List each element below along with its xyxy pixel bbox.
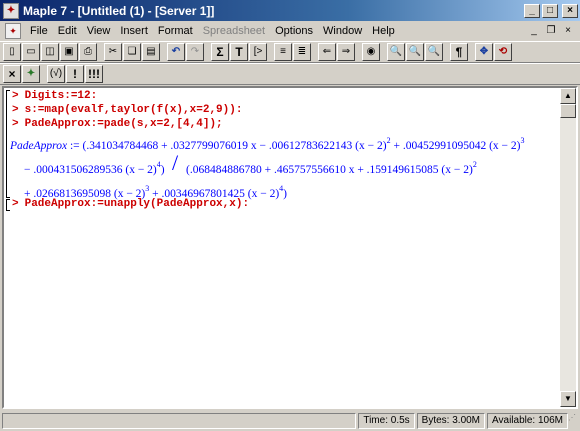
output-text: := (.341034784468 + .0327799076019 x − .… bbox=[69, 140, 387, 152]
scroll-down-icon[interactable]: ▼ bbox=[560, 391, 576, 407]
mdi-close-button[interactable]: × bbox=[560, 24, 576, 38]
input-text[interactable]: s:=map(evalf,taylor(f(x),x=2,9)): bbox=[25, 104, 243, 116]
paste-icon[interactable]: ▤ bbox=[142, 43, 160, 61]
menu-view[interactable]: View bbox=[82, 25, 116, 37]
restart-icon[interactable]: ⟲ bbox=[494, 43, 512, 61]
zoom-400-icon[interactable]: 🔍 bbox=[425, 43, 443, 61]
minimize-button[interactable]: _ bbox=[524, 3, 540, 18]
output-line: − .000431506289536 (x − 2)4) bbox=[24, 160, 165, 176]
prompt-icon[interactable]: [> bbox=[249, 43, 267, 61]
status-time: Time: 0.5s bbox=[358, 413, 415, 429]
status-bytes: Bytes: 3.00M bbox=[416, 413, 486, 429]
exclamation-icon[interactable]: ! bbox=[66, 65, 84, 83]
new-icon[interactable]: ▯ bbox=[3, 43, 21, 61]
status-available: Available: 106M bbox=[487, 413, 568, 429]
print-icon[interactable]: ⎙ bbox=[79, 43, 97, 61]
status-bar: Time: 0.5s Bytes: 3.00M Available: 106M … bbox=[0, 411, 580, 431]
input-text[interactable]: Digits:=12: bbox=[25, 90, 98, 102]
back-icon[interactable]: ⇐ bbox=[318, 43, 336, 61]
menu-format[interactable]: Format bbox=[153, 25, 198, 37]
menu-edit[interactable]: Edit bbox=[53, 25, 82, 37]
save-icon[interactable]: ▣ bbox=[60, 43, 78, 61]
window-title: Maple 7 - [Untitled (1) - [Server 1]] bbox=[23, 3, 215, 18]
redo-icon: ↷ bbox=[186, 43, 204, 61]
menu-options[interactable]: Options bbox=[270, 25, 318, 37]
menu-help[interactable]: Help bbox=[367, 25, 400, 37]
prompt: > bbox=[12, 90, 19, 102]
vertical-scrollbar[interactable]: ▲ ▼ bbox=[560, 88, 576, 407]
document-icon[interactable]: ✦ bbox=[5, 23, 21, 39]
execution-group-bracket[interactable] bbox=[6, 199, 10, 211]
menu-spreadsheet: Spreadsheet bbox=[202, 25, 266, 37]
status-message bbox=[2, 413, 357, 429]
title-bar: ✦ Maple 7 - [Untitled (1) - [Server 1]] … bbox=[0, 0, 580, 21]
text-icon[interactable]: T bbox=[230, 43, 248, 61]
execution-group-icon[interactable]: ≡ bbox=[274, 43, 292, 61]
forward-icon[interactable]: ⇒ bbox=[337, 43, 355, 61]
output-line: (.068484886780 + .465757556610 x + .1591… bbox=[186, 160, 477, 176]
menu-insert[interactable]: Insert bbox=[115, 25, 153, 37]
input-line[interactable]: > PadeApprox:=pade(s,x=2,[4,4]); bbox=[12, 118, 223, 130]
input-line[interactable]: > s:=map(evalf,taylor(f(x),x=2,9)): bbox=[12, 104, 242, 116]
menu-window[interactable]: Window bbox=[318, 25, 367, 37]
resize-grip-icon[interactable]: ⋰ bbox=[568, 413, 580, 429]
output-exponent: 3 bbox=[520, 136, 525, 145]
prompt: > bbox=[12, 198, 19, 210]
worksheet[interactable]: > Digits:=12: > s:=map(evalf,taylor(f(x),x… bbox=[2, 86, 578, 409]
division-slash: / bbox=[172, 150, 179, 175]
menu-file[interactable]: File bbox=[25, 25, 53, 37]
output-text: (.068484886780 + .465757556610 x + .1591… bbox=[186, 164, 473, 176]
main-toolbar: ▯ ▭ ◫ ▣ ⎙ ✂ ❏ ▤ ↶ ↷ Σ T [> ≡ ≣ ⇐ ⇒ ◉ 🔍 🔍… bbox=[0, 41, 580, 63]
sqrt-icon[interactable]: (√) bbox=[47, 65, 65, 83]
prompt: > bbox=[12, 118, 19, 130]
maple-leaf-icon[interactable]: ✦ bbox=[22, 65, 40, 83]
copy-icon[interactable]: ❏ bbox=[123, 43, 141, 61]
section-icon[interactable]: ≣ bbox=[293, 43, 311, 61]
zoom-200-icon[interactable]: 🔍 bbox=[406, 43, 424, 61]
maximize-button[interactable]: □ bbox=[542, 3, 558, 18]
open-icon[interactable]: ▭ bbox=[22, 43, 40, 61]
open-url-icon[interactable]: ◫ bbox=[41, 43, 59, 61]
triple-exclamation-icon[interactable]: !!! bbox=[85, 65, 103, 83]
undo-icon[interactable]: ↶ bbox=[167, 43, 185, 61]
output-text: ) bbox=[283, 188, 287, 200]
input-line[interactable]: > Digits:=12: bbox=[12, 90, 97, 102]
input-text[interactable]: PadeApprox:=unapply(PadeApprox,x): bbox=[25, 198, 249, 210]
output-text: ) bbox=[160, 164, 165, 176]
sigma-icon[interactable]: Σ bbox=[211, 43, 229, 61]
input-line[interactable]: > PadeApprox:=unapply(PadeApprox,x): bbox=[12, 198, 249, 210]
scroll-up-icon[interactable]: ▲ bbox=[560, 88, 576, 104]
stop-icon[interactable]: ◉ bbox=[362, 43, 380, 61]
close-button[interactable]: × bbox=[562, 3, 578, 18]
mdi-minimize-button[interactable]: _ bbox=[526, 24, 542, 38]
output-text: − .000431506289536 (x − 2) bbox=[24, 164, 157, 176]
zoom-100-icon[interactable]: 🔍 bbox=[387, 43, 405, 61]
mdi-restore-button[interactable]: ❐ bbox=[543, 24, 559, 38]
context-toolbar: × ✦ (√) ! !!! bbox=[0, 63, 580, 85]
output-lhs: PadeApprox bbox=[10, 140, 68, 152]
expand-icon[interactable]: ✥ bbox=[475, 43, 493, 61]
output-exponent: 2 bbox=[472, 160, 477, 169]
cut-icon[interactable]: ✂ bbox=[104, 43, 122, 61]
scroll-thumb[interactable] bbox=[560, 104, 576, 118]
menu-bar: ✦ File Edit View Insert Format Spreadshe… bbox=[0, 21, 580, 41]
output-line: PadeApprox := (.341034784468 + .03277990… bbox=[10, 136, 524, 152]
maple-leaf-icon[interactable]: ✦ bbox=[3, 2, 19, 19]
output-text: + .00452991095042 (x − 2) bbox=[390, 140, 521, 152]
prompt: > bbox=[12, 104, 19, 116]
pilcrow-icon[interactable]: ¶ bbox=[450, 43, 468, 61]
close-icon[interactable]: × bbox=[3, 65, 21, 83]
input-text[interactable]: PadeApprox:=pade(s,x=2,[4,4]); bbox=[25, 118, 223, 130]
